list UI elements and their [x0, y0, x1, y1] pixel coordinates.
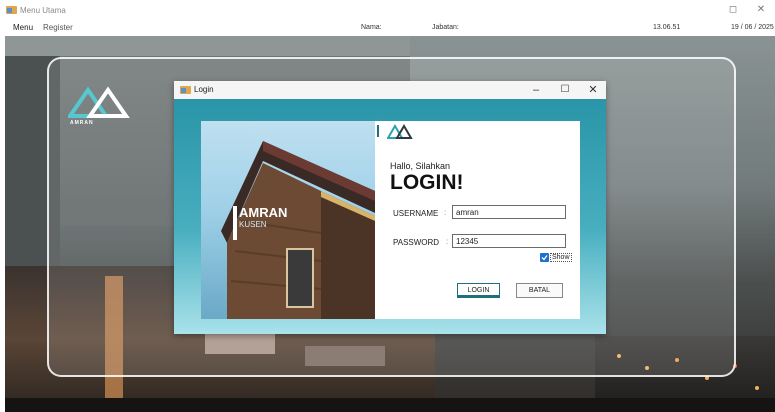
checkbox-icon[interactable] [540, 253, 549, 262]
window-title: Menu Utama [20, 6, 66, 15]
login-heading: LOGIN! [390, 171, 464, 194]
cancel-button[interactable]: BATAL [516, 283, 563, 298]
house-image: AMRAN KUSEN [201, 121, 375, 319]
username-field[interactable]: amran [452, 205, 566, 219]
password-field[interactable]: 12345 [452, 234, 566, 248]
login-card: Hallo, Silahkan LOGIN! USERNAME : amran … [375, 121, 580, 319]
dialog-title: Login [194, 85, 214, 94]
app-icon [6, 6, 17, 14]
amran-logo-icon [387, 124, 413, 139]
menu-item-menu[interactable]: Menu [13, 23, 33, 32]
photo-brand-sub: KUSEN [239, 220, 267, 229]
close-icon[interactable]: ✕ [586, 83, 600, 97]
minimize-icon[interactable]: – [529, 83, 543, 97]
password-label: PASSWORD [393, 238, 440, 247]
jabatan-label: Jabatan: [432, 24, 459, 31]
password-colon: : [446, 237, 449, 246]
dialog-titlebar[interactable]: Login – ☐ ✕ [174, 81, 606, 99]
login-dialog: Login – ☐ ✕ AMRAN KUSEN Hallo, Silahkan … [174, 81, 606, 334]
login-button[interactable]: LOGIN [457, 283, 500, 298]
username-colon: : [444, 208, 447, 217]
close-icon[interactable]: ✕ [754, 3, 768, 17]
dialog-body: AMRAN KUSEN Hallo, Silahkan LOGIN! USERN… [174, 99, 606, 334]
maximize-icon[interactable]: ☐ [558, 83, 572, 97]
clock-time: 13.06.51 [653, 24, 681, 31]
name-label: Nama: [361, 24, 382, 31]
username-label: USERNAME [393, 209, 439, 218]
photo-brand-name: AMRAN [239, 205, 288, 220]
restore-icon[interactable]: ◻ [726, 3, 740, 17]
dialog-app-icon [180, 86, 191, 94]
show-password-label[interactable]: Show [550, 253, 572, 262]
main-titlebar: Menu Utama ◻ ✕ [0, 0, 775, 20]
menu-item-register[interactable]: Register [43, 23, 73, 32]
greeting-text: Hallo, Silahkan [390, 161, 451, 171]
clock-date: 19 / 06 / 2025 [731, 24, 774, 31]
menu-bar: Menu Register Nama: Jabatan: 13.06.51 19… [0, 20, 775, 35]
